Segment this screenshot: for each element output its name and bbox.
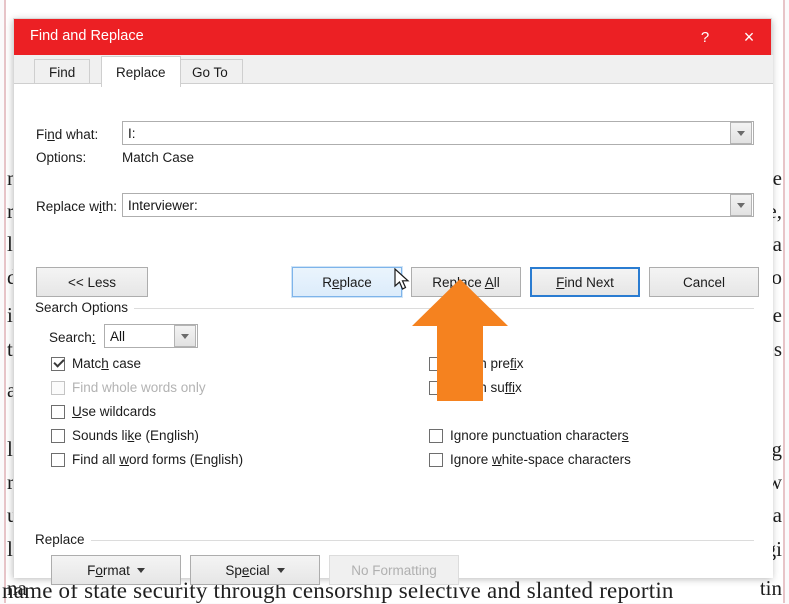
checkbox-label: Find all word forms (English) bbox=[72, 452, 244, 467]
document-text-fragment: e bbox=[772, 303, 782, 327]
search-scope-combo[interactable]: All bbox=[104, 324, 198, 348]
replace-with-label: Replace with: bbox=[36, 199, 118, 214]
replace-button[interactable]: Replace bbox=[291, 266, 403, 298]
search-options-group-rule bbox=[35, 308, 754, 309]
replace-group-label: Replace bbox=[35, 532, 91, 547]
checkbox-box[interactable] bbox=[51, 404, 65, 419]
checkbox-ignore-white-space[interactable]: Ignore white-space characters bbox=[429, 452, 631, 467]
dialog-titlebar: Find and Replace ? × bbox=[14, 19, 771, 55]
no-formatting-button-label: No Formatting bbox=[351, 562, 437, 578]
checkbox-ignore-punctuation[interactable]: Ignore punctuation characters bbox=[429, 428, 629, 443]
tab-replace-label: Replace bbox=[116, 64, 166, 80]
replace-button-label: Replace bbox=[322, 274, 372, 290]
checkbox-use-wildcards[interactable]: Use wildcards bbox=[51, 404, 156, 419]
less-button-label: << Less bbox=[67, 274, 117, 290]
chevron-down-icon bbox=[737, 202, 745, 208]
find-what-combo[interactable]: I: bbox=[122, 121, 754, 145]
document-text-fragment: l bbox=[7, 232, 13, 256]
tab-strip: Find Replace Go To bbox=[14, 55, 773, 87]
checkbox-label: Match case bbox=[72, 356, 142, 371]
checkbox-label: Match prefix bbox=[450, 356, 524, 371]
checkbox-label: Ignore white-space characters bbox=[450, 452, 631, 467]
search-scope-label: Search: bbox=[49, 330, 96, 345]
tab-find[interactable]: Find bbox=[34, 59, 91, 85]
checkbox-match-prefix[interactable]: Match prefix bbox=[429, 356, 524, 371]
checkbox-sounds-like[interactable]: Sounds like (English) bbox=[51, 428, 199, 443]
checkbox-label: Use wildcards bbox=[72, 404, 157, 419]
checkbox-box[interactable] bbox=[51, 428, 65, 443]
dialog-title: Find and Replace bbox=[30, 28, 144, 44]
options-label: Options: bbox=[36, 150, 87, 165]
chevron-down-icon bbox=[737, 130, 745, 136]
cancel-button-label: Cancel bbox=[682, 274, 726, 290]
find-what-label: Find what: bbox=[36, 127, 99, 142]
checkbox-label: Match suffix bbox=[450, 380, 522, 395]
search-scope-value[interactable]: All bbox=[105, 329, 174, 344]
checkbox-box[interactable] bbox=[429, 356, 443, 371]
find-what-input[interactable]: I: bbox=[123, 126, 730, 141]
search-options-group-label: Search Options bbox=[35, 300, 135, 315]
special-button-label: Special bbox=[225, 562, 270, 578]
dialog-body: Find what: I: Options: Match Case Replac… bbox=[14, 83, 773, 585]
replace-with-input[interactable]: Interviewer: bbox=[123, 198, 730, 213]
options-value: Match Case bbox=[122, 150, 195, 165]
find-next-button[interactable]: Find Next bbox=[530, 267, 640, 297]
close-icon[interactable]: × bbox=[727, 19, 771, 55]
replace-all-button-label: Replace All bbox=[432, 274, 500, 290]
checkbox-box bbox=[51, 380, 65, 395]
document-text-fragment: tin bbox=[759, 576, 782, 600]
checkbox-label: Sounds like (English) bbox=[72, 428, 199, 443]
checkbox-box[interactable] bbox=[429, 380, 443, 395]
checkbox-find-all-word-forms[interactable]: Find all word forms (English) bbox=[51, 452, 243, 467]
replace-all-button[interactable]: Replace All bbox=[411, 267, 521, 297]
find-what-dropdown-button[interactable] bbox=[730, 122, 752, 144]
replace-group-rule bbox=[35, 540, 754, 541]
checkbox-match-suffix[interactable]: Match suffix bbox=[429, 380, 522, 395]
cancel-button[interactable]: Cancel bbox=[649, 267, 759, 297]
no-formatting-button: No Formatting bbox=[329, 555, 459, 585]
checkbox-label: Find whole words only bbox=[72, 380, 206, 395]
checkbox-find-whole-words-only: Find whole words only bbox=[51, 380, 206, 395]
document-text-fragment: a bbox=[772, 503, 782, 527]
less-button[interactable]: << Less bbox=[36, 267, 148, 297]
replace-with-dropdown-button[interactable] bbox=[730, 194, 752, 216]
tab-replace[interactable]: Replace bbox=[101, 56, 181, 87]
format-button-label: Format bbox=[87, 562, 130, 578]
checkbox-match-case[interactable]: Match case bbox=[51, 356, 141, 371]
find-next-button-label: Find Next bbox=[556, 274, 614, 290]
document-text-fragment: g bbox=[771, 437, 783, 461]
special-button[interactable]: Special bbox=[190, 555, 320, 585]
checkbox-box[interactable] bbox=[429, 452, 443, 467]
search-scope-dropdown-button[interactable] bbox=[174, 325, 196, 347]
chevron-down-icon bbox=[181, 333, 189, 339]
tab-goto-label: Go To bbox=[192, 65, 228, 80]
tab-find-label: Find bbox=[49, 65, 76, 80]
checkbox-box[interactable] bbox=[51, 452, 65, 467]
find-and-replace-dialog: Find and Replace ? × Find Replace Go To … bbox=[13, 18, 773, 585]
checkbox-box[interactable] bbox=[51, 356, 65, 371]
format-button[interactable]: Format bbox=[51, 555, 181, 585]
help-icon[interactable]: ? bbox=[683, 19, 727, 55]
replace-with-combo[interactable]: Interviewer: bbox=[122, 193, 754, 217]
tab-goto[interactable]: Go To bbox=[177, 59, 243, 85]
checkbox-label: Ignore punctuation characters bbox=[450, 428, 629, 443]
checkbox-box[interactable] bbox=[429, 428, 443, 443]
